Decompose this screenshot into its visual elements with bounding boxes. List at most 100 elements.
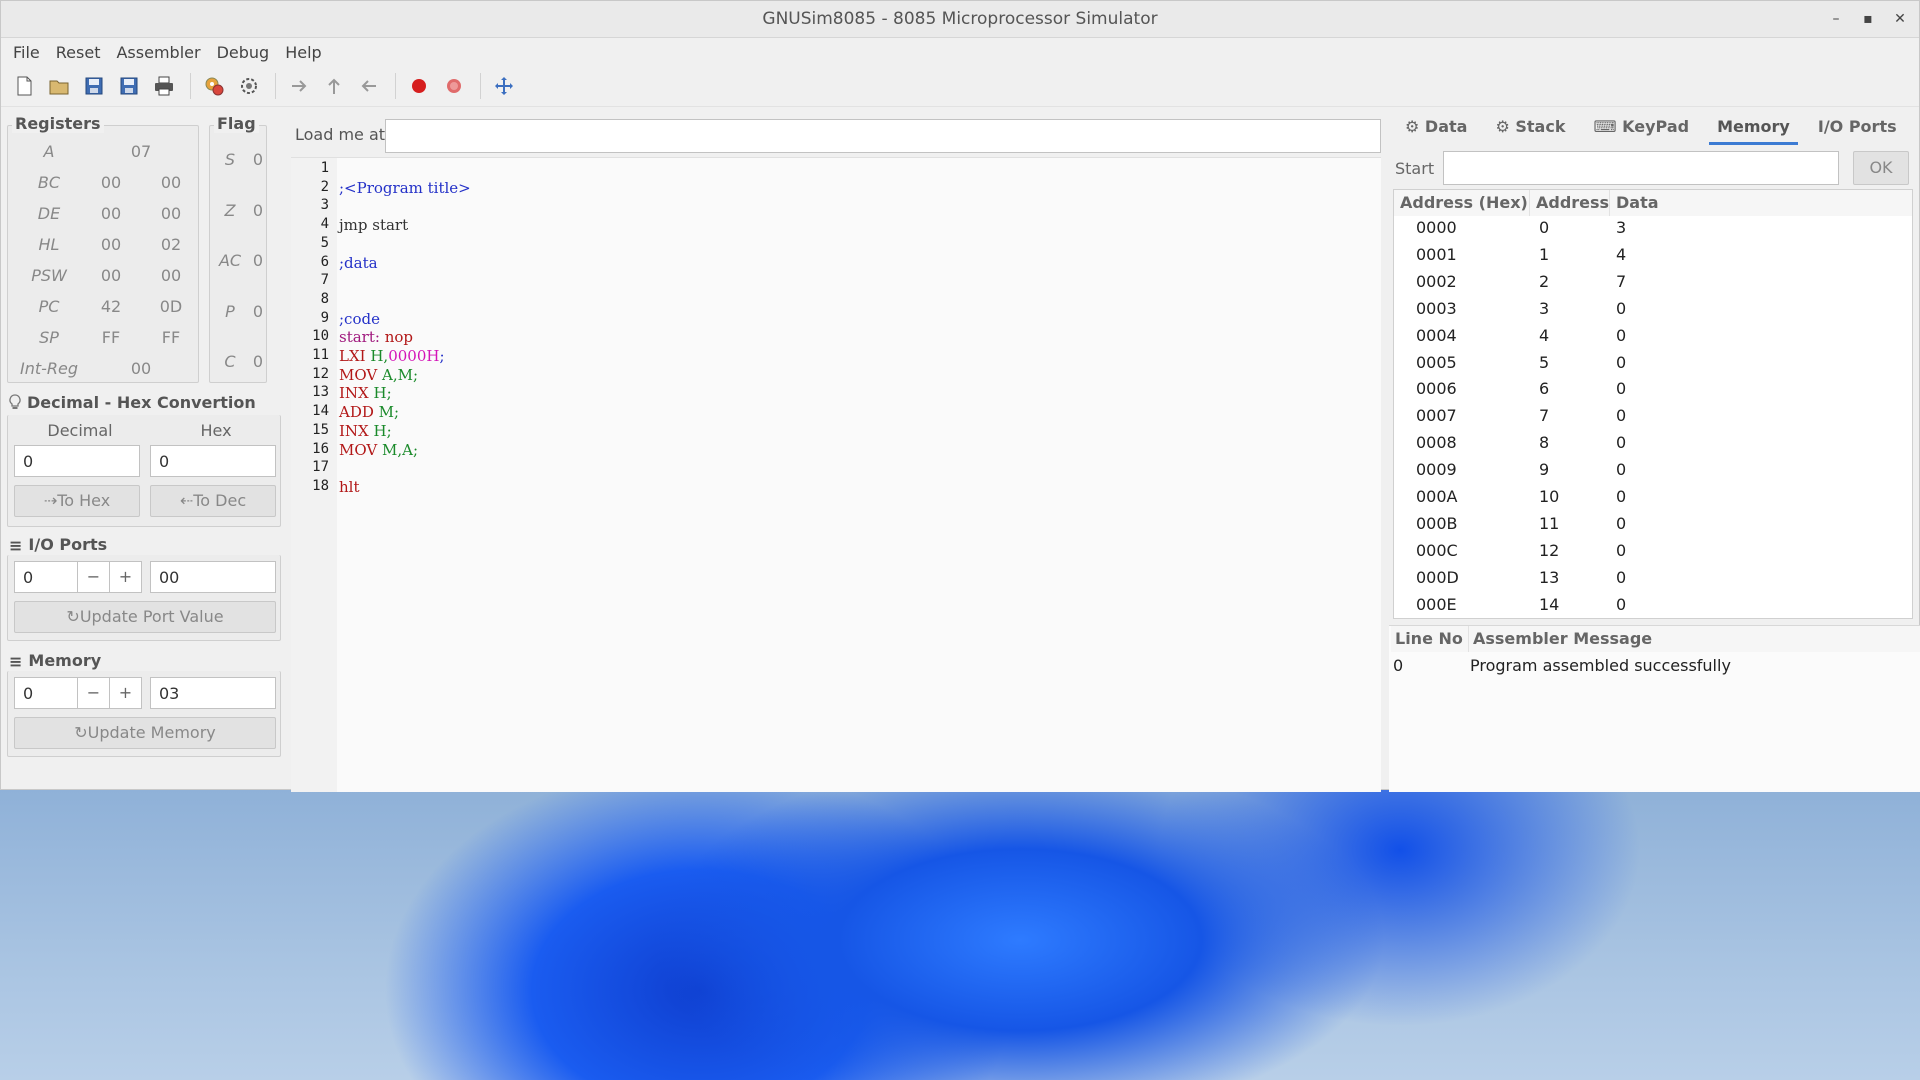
app-window: GNUSim8085 - 8085 Microprocessor Simulat… <box>0 0 1920 792</box>
step-in-icon[interactable] <box>286 73 312 99</box>
tab-io-ports[interactable]: I/O Ports <box>1804 113 1911 145</box>
table-row[interactable]: 0000 0 3 <box>1394 218 1912 245</box>
table-row[interactable]: 0009 9 0 <box>1394 460 1912 487</box>
port-increment-button[interactable]: + <box>110 561 142 593</box>
table-row[interactable]: 0007 7 0 <box>1394 406 1912 433</box>
memory-decrement-button[interactable]: − <box>78 677 110 709</box>
table-row[interactable]: 000E 14 0 <box>1394 595 1912 618</box>
column-header-address[interactable]: Address <box>1530 190 1610 216</box>
code-editor[interactable]: 1 2 3 4 5 6 7 8 9 10 11 12 13 14 15 16 17 18 ;<Program ti… <box>291 157 1381 792</box>
to-dec-button[interactable]: ⇠To Dec <box>150 485 276 517</box>
new-icon[interactable] <box>11 73 37 99</box>
registers-group: Registers A 07 BC 00 00 DE 00 00 HL 00 0… <box>7 114 199 383</box>
flag-s-row: S 0 <box>210 150 270 174</box>
memory-address-input[interactable]: 0 <box>14 677 78 709</box>
cell-address-hex: 0002 <box>1416 271 1457 291</box>
execute-icon[interactable] <box>236 73 262 99</box>
cell-data: 0 <box>1616 433 1627 453</box>
register-value: 07 <box>130 142 152 161</box>
register-a-row: A 07 <box>8 142 198 166</box>
start-label: Start <box>1395 159 1435 178</box>
update-port-value-button[interactable]: ↻Update Port Value <box>14 601 276 633</box>
registers-title: Registers <box>12 114 104 133</box>
step-over-icon[interactable] <box>321 73 347 99</box>
cell-address: 2 <box>1539 271 1550 291</box>
maximize-button[interactable]: ▪ <box>1859 11 1877 27</box>
memory-title: ≡ Memory <box>9 651 101 671</box>
line-number: 6 <box>320 253 329 270</box>
table-row[interactable]: 0003 3 0 <box>1394 298 1912 326</box>
code-line: ;code <box>339 310 380 328</box>
minimize-button[interactable]: – <box>1827 11 1845 27</box>
port-decrement-button[interactable]: − <box>78 561 110 593</box>
menu-help[interactable]: Help <box>279 43 327 62</box>
hex-label: Hex <box>200 421 232 440</box>
close-button[interactable]: ✕ <box>1891 11 1909 27</box>
column-header-address-hex[interactable]: Address (Hex) <box>1394 190 1530 216</box>
tab-memory[interactable]: Memory <box>1703 113 1804 145</box>
cell-data: 0 <box>1616 298 1627 318</box>
table-row[interactable]: 0001 1 4 <box>1394 244 1912 272</box>
table-row[interactable]: 000B 11 0 <box>1394 514 1912 541</box>
to-hex-button[interactable]: ⇢To Hex <box>14 485 140 517</box>
load-address-input[interactable] <box>385 119 1381 153</box>
table-row[interactable]: 000C 12 0 <box>1394 541 1912 568</box>
fullscreen-icon[interactable] <box>491 73 517 99</box>
save-icon[interactable] <box>81 73 107 99</box>
flag-z-row: Z 0 <box>210 201 270 225</box>
memory-group: 0 − + 03 ↻Update Memory <box>7 671 281 757</box>
open-icon[interactable] <box>46 73 72 99</box>
table-row[interactable]: 0002 2 7 <box>1394 271 1912 299</box>
cell-address: 1 <box>1539 244 1550 264</box>
decimal-input[interactable]: 0 <box>14 445 140 477</box>
desktop-wallpaper <box>0 790 1920 1080</box>
io-ports-title-text: I/O Ports <box>28 535 108 554</box>
table-row[interactable]: 000D 13 0 <box>1394 568 1912 595</box>
tab-stack-label: Stack <box>1515 117 1566 136</box>
list-icon: ≡ <box>9 536 23 555</box>
menu-file[interactable]: File <box>7 43 46 62</box>
memory-value-input[interactable]: 03 <box>150 677 276 709</box>
line-number: 3 <box>320 197 329 214</box>
column-header-assembler-message[interactable]: Assembler Message <box>1469 626 1920 652</box>
flags-group: Flag S 0 Z 0 AC 0 P 0 C 0 <box>209 114 270 383</box>
memory-increment-button[interactable]: + <box>110 677 142 709</box>
cell-address-hex: 0001 <box>1416 244 1457 264</box>
cell-address-hex: 0006 <box>1416 379 1457 399</box>
table-row[interactable]: 000A 10 0 <box>1394 487 1912 514</box>
menu-reset[interactable]: Reset <box>50 43 107 62</box>
hex-input[interactable]: 0 <box>150 445 276 477</box>
tab-keypad[interactable]: ⌨ KeyPad <box>1579 113 1703 145</box>
table-row[interactable]: 0006 6 0 <box>1394 379 1912 406</box>
line-number-gutter: 1 2 3 4 5 6 7 8 9 10 11 12 13 14 15 16 17 18 <box>291 158 337 792</box>
column-header-data[interactable]: Data <box>1610 190 1912 216</box>
menu-debug[interactable]: Debug <box>211 43 276 62</box>
table-row[interactable]: 0008 8 0 <box>1394 433 1912 460</box>
column-header-line-no[interactable]: Line No <box>1391 626 1469 652</box>
line-number: 4 <box>320 216 329 233</box>
register-value-high: FF <box>101 328 121 347</box>
tab-data[interactable]: ⚙ Data <box>1391 113 1481 145</box>
port-value-input[interactable]: 00 <box>150 561 276 593</box>
breakpoint-icon[interactable] <box>406 73 432 99</box>
save-as-icon[interactable] <box>116 73 142 99</box>
print-icon[interactable] <box>151 73 177 99</box>
clear-breakpoints-icon[interactable] <box>441 73 467 99</box>
update-memory-button[interactable]: ↻Update Memory <box>14 717 276 749</box>
cell-data: 4 <box>1616 244 1627 264</box>
tab-stack[interactable]: ⚙ Stack <box>1481 113 1579 145</box>
register-name: DE <box>37 204 61 223</box>
port-number-input[interactable]: 0 <box>14 561 78 593</box>
step-out-icon[interactable] <box>356 73 382 99</box>
ok-button[interactable]: OK <box>1853 151 1909 185</box>
start-address-input[interactable] <box>1443 151 1839 185</box>
table-row[interactable]: 0005 5 0 <box>1394 353 1912 380</box>
register-value-low: FF <box>161 328 181 347</box>
line-number: 14 <box>312 403 329 420</box>
table-row[interactable]: 0004 4 0 <box>1394 326 1912 353</box>
tab-memory-label: Memory <box>1717 117 1790 136</box>
menu-assembler[interactable]: Assembler <box>110 43 206 62</box>
register-name: BC <box>37 173 61 192</box>
assemble-icon[interactable] <box>201 73 227 99</box>
code-line: LXI H,0000H; <box>339 347 445 365</box>
